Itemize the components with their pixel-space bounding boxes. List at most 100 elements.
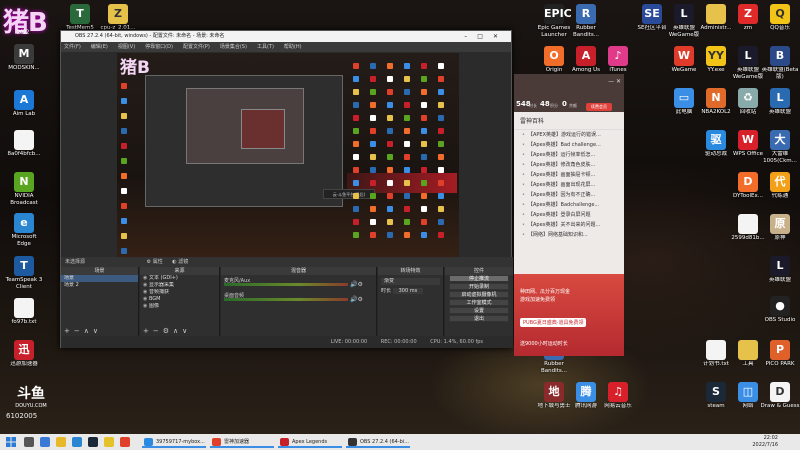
source-label: 音频捕获 bbox=[148, 289, 169, 295]
desktop-icon-label: 英雄联盟(Beta版) bbox=[761, 67, 799, 80]
task-view-icon[interactable] bbox=[40, 437, 50, 447]
window-controls[interactable]: –□✕ bbox=[464, 31, 508, 42]
desktop-icon[interactable]: M MODSKIN... bbox=[4, 44, 44, 78]
windows-start-icon[interactable] bbox=[6, 437, 16, 447]
taskbar-task[interactable]: OBS 27.2.4 (64-bi... bbox=[346, 436, 410, 448]
speaker-icon[interactable]: 🔊⚙ bbox=[350, 281, 363, 288]
mixer-track[interactable]: 桌面音频 🔊⚙ bbox=[224, 291, 373, 305]
scenes-title: 场景 bbox=[61, 267, 138, 275]
menu-item[interactable]: 文件(F) bbox=[64, 44, 81, 50]
wiki-item[interactable]: 【网络】网络基础知识和... bbox=[514, 230, 624, 240]
desktop-icon[interactable]: A Aim Lab bbox=[4, 90, 44, 124]
desktop-icon[interactable]: 代代练通 bbox=[760, 172, 800, 206]
control-button[interactable]: 停止推流 bbox=[449, 275, 509, 282]
taskbar-task[interactable]: 39759717-mybox... bbox=[142, 436, 206, 448]
app-icon: ▭ bbox=[674, 88, 694, 108]
promo-banner[interactable]: 种田网、瓜分百万现金 游戏加速免费领 PUBG夏日盛典·道具免费领 送9000小… bbox=[514, 274, 624, 356]
source-item[interactable]: ◉ 图像 bbox=[140, 303, 219, 310]
menu-item[interactable]: 帮助(H) bbox=[284, 44, 302, 50]
desktop-icon[interactable]: ● OBS Studio bbox=[760, 296, 800, 330]
wiki-item[interactable]: 【Apex英雄】登录白屏问题 bbox=[514, 210, 624, 220]
source-item[interactable]: ◉ 音频捕获 bbox=[140, 289, 219, 296]
obs-window[interactable]: OBS 27.2.4 (64-bit, windows) - 配置文件: 未命名… bbox=[60, 30, 513, 348]
desktop-icon-label: Aim Lab bbox=[12, 111, 36, 117]
close-icon[interactable]: — ✕ bbox=[608, 78, 621, 85]
desktop-icon[interactable]: B 英雄联盟(Beta版) bbox=[760, 46, 800, 80]
wiki-item[interactable]: 【Apex英雄】画面出现花屏... bbox=[514, 180, 624, 190]
scene-item[interactable]: 场景 2 bbox=[61, 282, 138, 289]
preview-desktop-icon bbox=[121, 188, 127, 194]
duration-row[interactable]: 时长 300 ms bbox=[378, 288, 443, 295]
obs-preview[interactable]: 猪B 云·斗鱼平台(最后) bbox=[117, 53, 459, 279]
chrome-icon[interactable] bbox=[104, 437, 114, 447]
control-button[interactable]: 设置 bbox=[449, 307, 509, 314]
wiki-item[interactable]: 【Apex英雄】Bad challenge... bbox=[514, 140, 624, 150]
desktop-icon[interactable]: ♫ 网易云音乐 bbox=[598, 382, 638, 416]
preview-desktop-icon bbox=[121, 98, 127, 104]
edge-icon[interactable] bbox=[72, 437, 82, 447]
filters-button[interactable]: ◐ 滤镜 bbox=[172, 259, 188, 265]
desktop-icon[interactable]: RRubber Bandits... bbox=[566, 4, 606, 38]
menu-item[interactable]: 停靠窗口(D) bbox=[145, 44, 173, 50]
wiki-item[interactable]: 【Apex英雄】因为有不正确... bbox=[514, 190, 624, 200]
menu-item[interactable]: 配置文件(P) bbox=[183, 44, 210, 50]
menu-item[interactable]: 工具(T) bbox=[257, 44, 274, 50]
wiki-item[interactable]: 【Apex英雄】Badchallenge... bbox=[514, 200, 624, 210]
app-icon: 驱 bbox=[706, 130, 726, 150]
control-button[interactable]: 开始录制 bbox=[449, 283, 509, 290]
app-icon[interactable] bbox=[120, 437, 130, 447]
app-icon: L bbox=[770, 88, 790, 108]
speaker-icon[interactable]: 🔊⚙ bbox=[350, 296, 363, 303]
preview-popup: 云·斗鱼平台(最后) bbox=[323, 189, 375, 199]
taskbar-task[interactable]: Apex Legends bbox=[278, 436, 342, 448]
wiki-item[interactable]: 【Apex英雄】关不出来的问题... bbox=[514, 220, 624, 230]
steam-icon[interactable] bbox=[88, 437, 98, 447]
desktop: 猪B 2022 M MODSKIN... A Aim Lab 8a0f4bfcb... N N… bbox=[0, 0, 800, 434]
menu-item[interactable]: 视图(V) bbox=[118, 44, 135, 50]
mixer-title: 混音器 bbox=[221, 267, 376, 275]
menu-item[interactable]: 场景集合(S) bbox=[220, 44, 247, 50]
control-button[interactable]: 退出 bbox=[449, 315, 509, 322]
taskbar-task[interactable]: 雷神加速器 bbox=[210, 436, 274, 448]
preview-desktop-icon bbox=[353, 128, 359, 134]
preview-desktop-icon bbox=[404, 167, 410, 173]
properties-button[interactable]: ⚙ 属性 bbox=[147, 257, 163, 267]
wiki-item[interactable]: 【Apex英雄】运行帧率低怎... bbox=[514, 150, 624, 160]
preview-desktop-icon bbox=[387, 141, 393, 147]
source-item[interactable]: ◉ 文本 (GDI+) bbox=[140, 275, 219, 282]
desktop-icon[interactable]: P PICO PARK bbox=[760, 340, 800, 374]
source-controls[interactable]: +−⚙∧∨ bbox=[143, 327, 191, 335]
renew-vip-button[interactable]: 续费会员 bbox=[586, 103, 612, 111]
transition-select[interactable]: 渐变 bbox=[381, 278, 440, 285]
search-icon[interactable] bbox=[24, 437, 34, 447]
desktop-icon[interactable]: e Microsoft Edge bbox=[4, 213, 44, 247]
clock[interactable]: 22:02 2022/7/16 bbox=[752, 435, 778, 449]
desktop-icon[interactable]: N NVIDIA Broadcast bbox=[4, 172, 44, 206]
control-button[interactable]: 工作室模式 bbox=[449, 299, 509, 306]
desktop-icon[interactable]: 8a0f4bfcb... bbox=[4, 130, 44, 164]
desktop-icon[interactable]: 迅迅游加速器 bbox=[4, 340, 44, 374]
desktop-icon[interactable]: 原原神 bbox=[760, 214, 800, 248]
wiki-item[interactable]: 【Apex英雄】修改角色皮肤... bbox=[514, 160, 624, 170]
obs-titlebar[interactable]: OBS 27.2.4 (64-bit, windows) - 配置文件: 未命名… bbox=[61, 31, 511, 42]
task-icon bbox=[280, 438, 289, 446]
desktop-icon[interactable]: Q QQ音乐 bbox=[760, 4, 800, 38]
source-item[interactable]: ◉ 显示器采集 bbox=[140, 282, 219, 289]
desktop-icon[interactable]: L 英雄联盟 bbox=[760, 256, 800, 290]
desktop-icon[interactable]: D Draw & Guess bbox=[760, 382, 800, 416]
desktop-icon[interactable]: fo97b.txt bbox=[4, 298, 44, 332]
wiki-item[interactable]: 【APEX英雄】游戏运行的错误... bbox=[514, 130, 624, 140]
wiki-item[interactable]: 【Apex英雄】画面抽屉卡顿... bbox=[514, 170, 624, 180]
desktop-icon[interactable]: L 英雄联盟 bbox=[760, 88, 800, 122]
desktop-icon[interactable]: 大大雷维1005(Ckm... bbox=[760, 130, 800, 164]
scene-controls[interactable]: +−∧∨ bbox=[64, 327, 102, 335]
desktop-icon[interactable]: T TeamSpeak 3 Client bbox=[4, 256, 44, 290]
scene-item[interactable]: 场景 bbox=[61, 275, 138, 282]
control-button[interactable]: 启动虚拟摄像机 bbox=[449, 291, 509, 298]
mixer-track[interactable]: 麦克风/Aux 🔊⚙ bbox=[224, 276, 373, 290]
source-item[interactable]: ◉ BGM bbox=[140, 296, 219, 303]
menu-item[interactable]: 编辑(E) bbox=[91, 44, 108, 50]
leishen-booster-panel[interactable]: — ✕ 548时长 48积分 0余额 续费会员 雷神百科 【APEX英雄】游戏运… bbox=[514, 74, 624, 356]
file-explorer-icon[interactable] bbox=[56, 437, 66, 447]
preview-desktop-icon bbox=[421, 219, 427, 225]
